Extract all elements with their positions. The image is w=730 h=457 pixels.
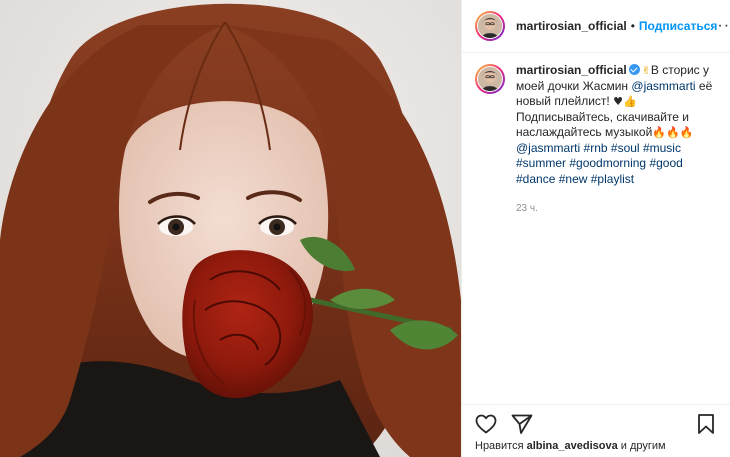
heart-emoji: ♥ [613,95,623,108]
likes-username[interactable]: albina_avedisova [527,440,618,452]
bookmark-icon [698,413,714,434]
mention-link-2[interactable]: @jasmmarti [516,141,580,155]
author-avatar[interactable] [475,11,505,41]
post-header: martirosian_official • Подписаться ··· [462,0,730,53]
hashtag-link[interactable]: #rnb [584,141,608,155]
paper-plane-icon [511,414,533,434]
hashtag-link[interactable]: #good [649,156,682,170]
hashtag-link[interactable]: #goodmorning [569,156,646,170]
avatar-image [478,67,502,91]
instagram-post: martirosian_official • Подписаться ··· [0,0,730,457]
follow-button[interactable]: Подписаться [639,19,717,33]
verified-badge-icon [628,64,640,75]
more-options-icon[interactable]: ··· [717,17,730,35]
likes-suffix[interactable]: и другим [621,440,666,452]
avatar-image [478,14,502,38]
hashtag-link[interactable]: #dance [516,172,555,186]
post-sidebar: martirosian_official • Подписаться ··· [461,0,730,457]
post-image [0,0,461,457]
hashtag-link[interactable]: #music [643,141,681,155]
like-button[interactable] [474,412,498,436]
caption-comment: martirosian_official ✌В сторис у моей доч… [462,53,730,217]
post-timestamp[interactable]: 23 ч. [516,201,718,217]
hashtag-link[interactable]: #playlist [591,172,634,186]
caption-body: martirosian_official ✌В сторис у моей доч… [516,63,718,217]
hashtag-link[interactable]: #summer [516,156,566,170]
header-separator: • [630,19,635,33]
caption-username[interactable]: martirosian_official [516,63,627,77]
heart-outline-icon [475,414,497,433]
likes-prefix: Нравится [475,440,524,452]
post-actions-bar [462,404,730,442]
author-username[interactable]: martirosian_official [516,19,627,33]
post-photo[interactable] [0,0,461,457]
hashtag-link[interactable]: #new [559,172,588,186]
caption-author-avatar[interactable] [475,64,505,94]
save-button[interactable] [694,412,718,436]
share-button[interactable] [510,412,534,436]
likes-summary: Нравится albina_avedisova и другим [475,440,666,452]
hashtag-link[interactable]: #soul [611,141,640,155]
mention-link[interactable]: @jasmmarti [631,79,695,93]
fire-emoji: 🔥🔥🔥 [652,126,694,139]
thumbs-up-emoji: 👍 [622,95,637,108]
victory-hand-emoji: ✌ [641,64,651,77]
